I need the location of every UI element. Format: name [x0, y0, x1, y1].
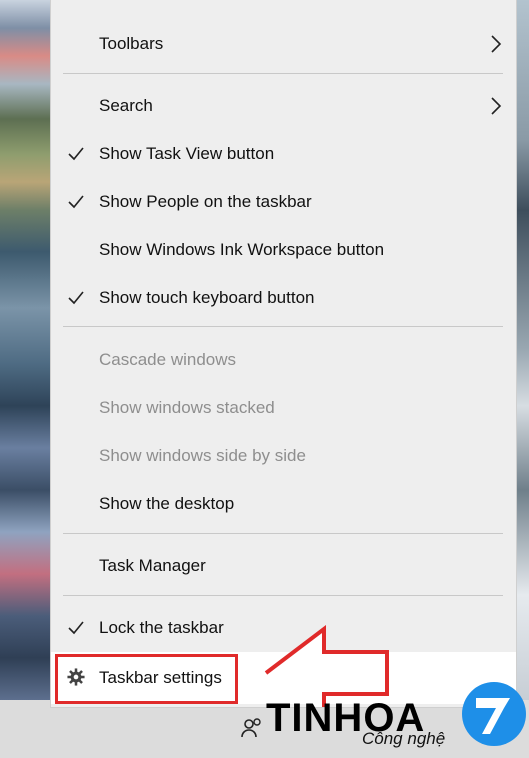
menu-item-task-manager[interactable]: Task Manager: [51, 542, 516, 590]
checkmark-icon: [68, 621, 84, 635]
menu-item-windows-stacked: Show windows stacked: [51, 384, 516, 432]
chevron-right-icon: [491, 35, 502, 53]
menu-separator: [63, 326, 503, 327]
menu-item-show-people[interactable]: Show People on the taskbar: [51, 178, 516, 226]
watermark-subtitle: Công nghệ: [362, 729, 446, 748]
checkmark-icon: [68, 147, 84, 161]
desktop-wallpaper-right: [517, 0, 529, 700]
menu-separator: [63, 595, 503, 596]
arrow-left-icon: [264, 625, 389, 707]
menu-item-label: Toolbars: [99, 34, 164, 53]
menu-item-show-task-view[interactable]: Show Task View button: [51, 130, 516, 178]
menu-item-label: Show windows side by side: [99, 446, 306, 465]
menu-item-search[interactable]: Search: [51, 82, 516, 130]
menu-item-label: Show Windows Ink Workspace button: [99, 240, 385, 259]
menu-item-show-ink-workspace[interactable]: Show Windows Ink Workspace button: [51, 226, 516, 274]
menu-item-show-touch-keyboard[interactable]: Show touch keyboard button: [51, 274, 516, 322]
menu-item-label: Show People on the taskbar: [99, 192, 312, 211]
menu-item-label: Show Task View button: [99, 144, 275, 163]
menu-item-label: Search: [99, 96, 153, 115]
checkmark-icon: [68, 195, 84, 209]
menu-item-show-desktop[interactable]: Show the desktop: [51, 480, 516, 528]
watermark-logo-icon: [462, 682, 526, 746]
menu-item-cascade-windows: Cascade windows: [51, 336, 516, 384]
gear-icon: [67, 668, 85, 686]
menu-item-windows-side-by-side: Show windows side by side: [51, 432, 516, 480]
checkmark-icon: [68, 291, 84, 305]
people-icon[interactable]: [240, 716, 264, 740]
menu-item-label: Show the desktop: [99, 494, 235, 513]
menu-item-label: Show touch keyboard button: [99, 288, 315, 307]
menu-item-label: Lock the taskbar: [99, 618, 224, 637]
taskbar[interactable]: [0, 700, 529, 758]
taskbar-context-menu: Toolbars Search Show Task View button Sh…: [50, 0, 517, 708]
menu-item-label: Taskbar settings: [99, 668, 222, 687]
menu-item-label: Cascade windows: [99, 350, 237, 369]
menu-separator: [63, 533, 503, 534]
menu-item-toolbars[interactable]: Toolbars: [51, 20, 516, 68]
menu-separator: [63, 73, 503, 74]
menu-item-label: Show windows stacked: [99, 398, 275, 417]
desktop-wallpaper-left: [0, 0, 50, 700]
chevron-right-icon: [491, 97, 502, 115]
menu-item-label: Task Manager: [99, 556, 206, 575]
